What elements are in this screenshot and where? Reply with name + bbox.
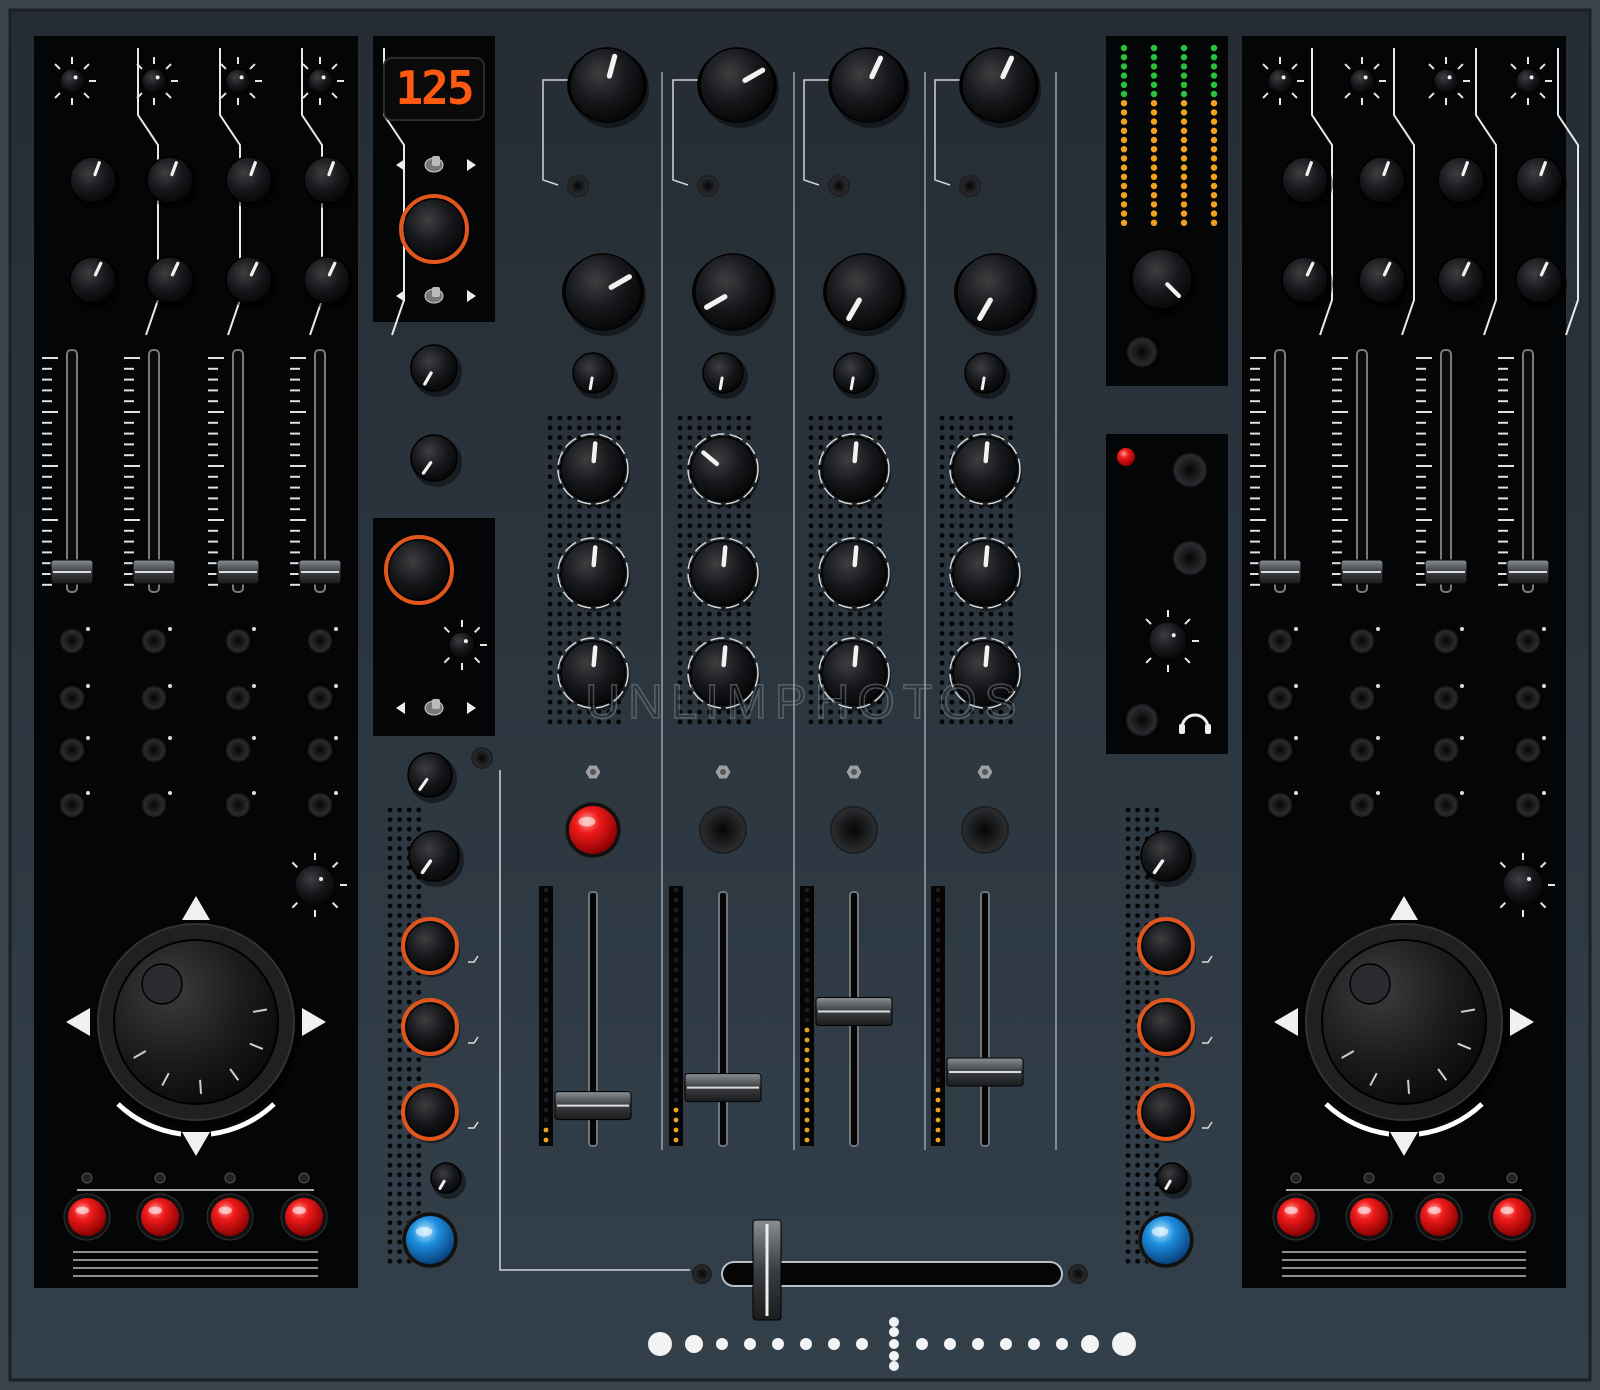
sync-button[interactable] bbox=[399, 194, 470, 266]
right-function-button-2[interactable] bbox=[1137, 998, 1196, 1058]
left-deck-hotcue-10[interactable] bbox=[142, 738, 166, 762]
left-play-button[interactable] bbox=[401, 1211, 459, 1269]
channel-4-cue-button[interactable] bbox=[961, 806, 1009, 854]
right-deck-hotcue-14[interactable] bbox=[1350, 793, 1374, 817]
right-deck-hotcue-4[interactable] bbox=[1516, 629, 1540, 653]
right-deck-hotcue-2[interactable] bbox=[1350, 629, 1374, 653]
left-deck-hotcue-1[interactable] bbox=[60, 629, 84, 653]
left-deck-hotcue-15[interactable] bbox=[226, 793, 250, 817]
right-deck-hotcue-1[interactable] bbox=[1268, 629, 1292, 653]
left-deck-pad-3[interactable] bbox=[206, 1193, 254, 1241]
headphone-split-button[interactable] bbox=[1126, 704, 1158, 736]
channel-4-level-meter bbox=[931, 886, 945, 1146]
headphone-cue-button-2[interactable] bbox=[1173, 541, 1207, 575]
mixer-surface: 125 UNLIMPHOTOS bbox=[0, 0, 1600, 1390]
crossfader-curve-left[interactable] bbox=[692, 1264, 712, 1284]
right-deck-hotcue-16[interactable] bbox=[1516, 793, 1540, 817]
channel-4-input-button[interactable] bbox=[959, 175, 981, 197]
left-deck-hotcue-14[interactable] bbox=[142, 793, 166, 817]
headphone-module-panel bbox=[1106, 434, 1228, 754]
right-deck-hotcue-8[interactable] bbox=[1516, 686, 1540, 710]
crossfader-curve-right[interactable] bbox=[1068, 1264, 1088, 1284]
left-function-button-3[interactable] bbox=[401, 1083, 460, 1143]
right-play-button[interactable] bbox=[1137, 1211, 1195, 1269]
right-deck-hotcue-7[interactable] bbox=[1434, 686, 1458, 710]
left-deck-hotcue-7[interactable] bbox=[226, 686, 250, 710]
left-deck-hotcue-5[interactable] bbox=[60, 686, 84, 710]
left-deck-pad-1[interactable] bbox=[63, 1193, 111, 1241]
bpm-readout: 125 bbox=[395, 61, 472, 115]
master-small-button[interactable] bbox=[1127, 337, 1157, 367]
right-function-button-3[interactable] bbox=[1137, 1083, 1196, 1143]
channel-2-cue-button[interactable] bbox=[699, 806, 747, 854]
left-function-button-1[interactable] bbox=[401, 917, 460, 977]
channel-1-cue-button[interactable] bbox=[564, 801, 622, 859]
left-deck-hotcue-6[interactable] bbox=[142, 686, 166, 710]
right-deck-hotcue-9[interactable] bbox=[1268, 738, 1292, 762]
left-deck-pad-4[interactable] bbox=[280, 1193, 328, 1241]
channel-3-level-meter bbox=[800, 886, 814, 1146]
effect-button[interactable] bbox=[384, 535, 455, 607]
left-deck-hotcue-8[interactable] bbox=[308, 686, 332, 710]
channel-3-cue-button[interactable] bbox=[830, 806, 878, 854]
left-deck-hotcue-11[interactable] bbox=[226, 738, 250, 762]
right-deck-hotcue-3[interactable] bbox=[1434, 629, 1458, 653]
right-deck-pad-4[interactable] bbox=[1488, 1193, 1536, 1241]
right-deck-hotcue-6[interactable] bbox=[1350, 686, 1374, 710]
right-deck-hotcue-5[interactable] bbox=[1268, 686, 1292, 710]
channel-1-level-meter bbox=[539, 886, 553, 1146]
cue-small-button-left[interactable] bbox=[471, 747, 493, 769]
left-deck-pad-2[interactable] bbox=[136, 1193, 184, 1241]
right-deck-pad-3[interactable] bbox=[1415, 1193, 1463, 1241]
left-deck-hotcue-13[interactable] bbox=[60, 793, 84, 817]
headphone-cue-button-1[interactable] bbox=[1173, 453, 1207, 487]
right-deck-hotcue-15[interactable] bbox=[1434, 793, 1458, 817]
channel-3-input-button[interactable] bbox=[828, 175, 850, 197]
watermark: UNLIMPHOTOS bbox=[585, 676, 1024, 729]
right-deck-hotcue-13[interactable] bbox=[1268, 793, 1292, 817]
right-deck-hotcue-12[interactable] bbox=[1516, 738, 1540, 762]
right-deck-pad-2[interactable] bbox=[1345, 1193, 1393, 1241]
right-deck-hotcue-11[interactable] bbox=[1434, 738, 1458, 762]
left-function-button-2[interactable] bbox=[401, 998, 460, 1058]
left-deck-hotcue-4[interactable] bbox=[308, 629, 332, 653]
channel-2-level-meter bbox=[669, 886, 683, 1146]
channel-2-input-button[interactable] bbox=[697, 175, 719, 197]
left-deck-hotcue-2[interactable] bbox=[142, 629, 166, 653]
right-function-button-1[interactable] bbox=[1137, 917, 1196, 977]
record-led bbox=[1117, 448, 1135, 466]
left-deck-hotcue-3[interactable] bbox=[226, 629, 250, 653]
right-deck-pad-1[interactable] bbox=[1272, 1193, 1320, 1241]
right-deck-hotcue-10[interactable] bbox=[1350, 738, 1374, 762]
left-deck-hotcue-16[interactable] bbox=[308, 793, 332, 817]
left-deck-hotcue-12[interactable] bbox=[308, 738, 332, 762]
dj-mixer-controller: 125 UNLIMPHOTOS bbox=[0, 0, 1600, 1390]
left-deck-hotcue-9[interactable] bbox=[60, 738, 84, 762]
channel-1-input-button[interactable] bbox=[567, 175, 589, 197]
